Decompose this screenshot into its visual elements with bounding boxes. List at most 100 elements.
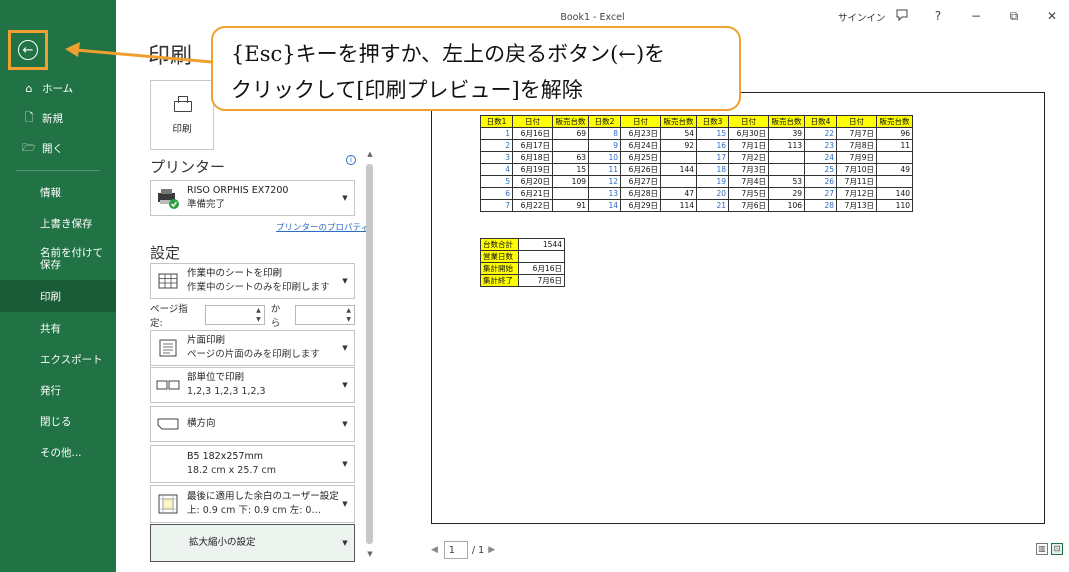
table-row: 6 6月21日 13 6月28日 47 20 7月5日 29 27 7月12日 140 bbox=[480, 187, 913, 200]
signin-link[interactable]: サインイン bbox=[838, 10, 886, 24]
nav-label: 共有 bbox=[40, 322, 61, 335]
nav-new[interactable]: 🗋 新規 bbox=[0, 108, 116, 128]
table-cell: 6月24日 bbox=[620, 139, 661, 152]
page-number-input[interactable]: 1 bbox=[443, 541, 468, 559]
summary-cell: 1544 bbox=[518, 238, 565, 251]
table-cell: 17 bbox=[696, 151, 729, 164]
table-cell: 9 bbox=[588, 139, 621, 152]
restore-icon[interactable]: ⧉ bbox=[1004, 8, 1024, 24]
preview-main-table: 日数1 日付 販売台数 日数2 日付 販売台数 日数3 日付 販売台数 日数4 日付 販売台数 1 6月1… bbox=[480, 115, 913, 212]
minimize-icon[interactable]: − bbox=[966, 8, 986, 24]
table-cell: 7月2日 bbox=[728, 151, 769, 164]
table-cell bbox=[768, 151, 805, 164]
nav-save[interactable]: 上書き保存 bbox=[0, 213, 116, 233]
table-cell: 15 bbox=[696, 127, 729, 140]
table-row: 2 6月17日 9 6月24日 92 16 7月1日 113 23 7月8日 11 bbox=[480, 139, 913, 152]
nav-save-as[interactable]: 名前を付けて保存 bbox=[0, 245, 116, 275]
table-cell: 10 bbox=[588, 151, 621, 164]
setting-line1: 部単位で印刷 bbox=[187, 372, 245, 384]
table-cell bbox=[876, 175, 913, 188]
nav-open[interactable]: 🗁 開く bbox=[0, 138, 116, 158]
nav-info[interactable]: 情報 bbox=[0, 182, 116, 202]
table-cell: 11 bbox=[876, 139, 913, 152]
nav-print[interactable]: 印刷 bbox=[0, 280, 116, 312]
printer-icon bbox=[172, 95, 192, 115]
table-cell bbox=[660, 175, 697, 188]
nav-publish[interactable]: 発行 bbox=[0, 380, 116, 400]
setting-line2: 1,2,3 1,2,3 1,2,3 bbox=[187, 386, 266, 397]
table-cell: 7月9日 bbox=[836, 151, 877, 164]
table-cell: 106 bbox=[768, 199, 805, 212]
table-cell: 12 bbox=[588, 175, 621, 188]
table-cell: 14 bbox=[588, 199, 621, 212]
collate-dropdown[interactable]: 部単位で印刷 1,2,3 1,2,3 1,2,3 ▼ bbox=[150, 367, 355, 403]
scroll-up-icon[interactable]: ▲ bbox=[364, 150, 376, 158]
spin-up-icon[interactable]: ▲ bbox=[256, 307, 261, 314]
paper-size-dropdown[interactable]: B5 182x257mm 18.2 cm x 25.7 cm ▼ bbox=[150, 445, 355, 483]
nav-label: 開く bbox=[42, 142, 63, 155]
setting-line2: 作業中のシートのみを印刷します bbox=[187, 282, 330, 293]
table-cell: 7月12日 bbox=[836, 187, 877, 200]
table-cell: 11 bbox=[588, 163, 621, 176]
table-cell: 6月26日 bbox=[620, 163, 661, 176]
scaling-dropdown[interactable]: 拡大縮小の設定 ▼ bbox=[150, 524, 355, 562]
printer-name: RISO ORPHIS EX7200 bbox=[187, 185, 289, 197]
spin-up-icon[interactable]: ▲ bbox=[346, 307, 351, 314]
pages-from-input[interactable]: ▲ ▼ bbox=[204, 305, 265, 325]
pages-to-input[interactable]: ▲ ▼ bbox=[295, 305, 356, 325]
settings-scrollbar[interactable]: ▲ ▼ bbox=[364, 150, 376, 560]
table-cell: 6月27日 bbox=[620, 175, 661, 188]
nav-label: ホーム bbox=[42, 82, 74, 95]
nav-label: 情報 bbox=[40, 186, 61, 199]
zoom-to-page-icon[interactable]: ⊡ bbox=[1051, 543, 1063, 555]
table-header-cell: 日付 bbox=[836, 115, 877, 128]
nav-close[interactable]: 閉じる bbox=[0, 411, 116, 431]
open-folder-icon: 🗁 bbox=[22, 140, 36, 154]
spin-down-icon[interactable]: ▼ bbox=[346, 316, 351, 323]
back-button[interactable]: ← bbox=[8, 30, 48, 70]
next-page-icon[interactable]: ▶ bbox=[488, 545, 495, 555]
scroll-down-icon[interactable]: ▼ bbox=[364, 550, 376, 558]
show-margins-icon[interactable]: ▥ bbox=[1036, 543, 1048, 555]
feedback-icon[interactable] bbox=[892, 8, 912, 24]
scrollbar-thumb[interactable] bbox=[366, 164, 373, 544]
nav-export[interactable]: エクスポート bbox=[0, 349, 116, 369]
orientation-dropdown[interactable]: 横方向 ▼ bbox=[150, 406, 355, 442]
print-what-dropdown[interactable]: 作業中のシートを印刷 作業中のシートのみを印刷します ▼ bbox=[150, 263, 355, 299]
help-icon[interactable]: ? bbox=[928, 8, 948, 24]
table-header-cell: 販売台数 bbox=[876, 115, 913, 128]
table-cell: 21 bbox=[696, 199, 729, 212]
chevron-down-icon: ▼ bbox=[342, 344, 348, 352]
table-row: 1 6月16日 69 8 6月23日 54 15 6月30日 39 22 7月7日 96 bbox=[480, 127, 913, 140]
sides-dropdown[interactable]: 片面印刷 ページの片面のみを印刷します ▼ bbox=[150, 330, 355, 366]
info-icon[interactable]: i bbox=[346, 155, 356, 165]
new-doc-icon: 🗋 bbox=[24, 110, 34, 124]
prev-page-icon[interactable]: ◀ bbox=[431, 545, 438, 555]
one-sided-icon bbox=[155, 335, 181, 361]
sheet-grid-icon bbox=[155, 268, 181, 294]
close-icon[interactable]: ✕ bbox=[1042, 8, 1062, 24]
table-cell: 7 bbox=[480, 199, 513, 212]
summary-cell: 営業日数 bbox=[480, 250, 519, 263]
table-header-cell: 日付 bbox=[620, 115, 661, 128]
printer-properties-link[interactable]: プリンターのプロパティ bbox=[276, 221, 369, 233]
chevron-down-icon: ▼ bbox=[342, 277, 348, 285]
scaling-placeholder bbox=[155, 530, 183, 556]
setting-line1: B5 182x257mm bbox=[187, 451, 263, 463]
summary-row: 営業日数 bbox=[480, 250, 565, 263]
callout-line1: {Esc}キーを押すか、左上の戻るボタン(←)を bbox=[231, 42, 666, 66]
nav-more[interactable]: その他... bbox=[0, 442, 116, 462]
pages-range: ページ指定: ▲ ▼ から ▲ ▼ bbox=[150, 304, 356, 329]
nav-home[interactable]: ⌂ ホーム bbox=[0, 78, 116, 98]
margins-dropdown[interactable]: 最後に適用した余白のユーザー設定 上: 0.9 cm 下: 0.9 cm 左: … bbox=[150, 485, 355, 523]
spin-down-icon[interactable]: ▼ bbox=[256, 316, 261, 323]
table-cell: 6月18日 bbox=[512, 151, 553, 164]
nav-share[interactable]: 共有 bbox=[0, 318, 116, 338]
summary-row: 台数合計 1544 bbox=[480, 238, 565, 251]
table-cell: 4 bbox=[480, 163, 513, 176]
printer-dropdown[interactable]: RISO ORPHIS EX7200 準備完了 ▼ bbox=[150, 180, 355, 216]
table-cell: 144 bbox=[660, 163, 697, 176]
print-button[interactable]: 印刷 bbox=[150, 80, 214, 150]
table-cell bbox=[552, 187, 589, 200]
summary-row: 集計開始 6月16日 bbox=[480, 262, 565, 275]
